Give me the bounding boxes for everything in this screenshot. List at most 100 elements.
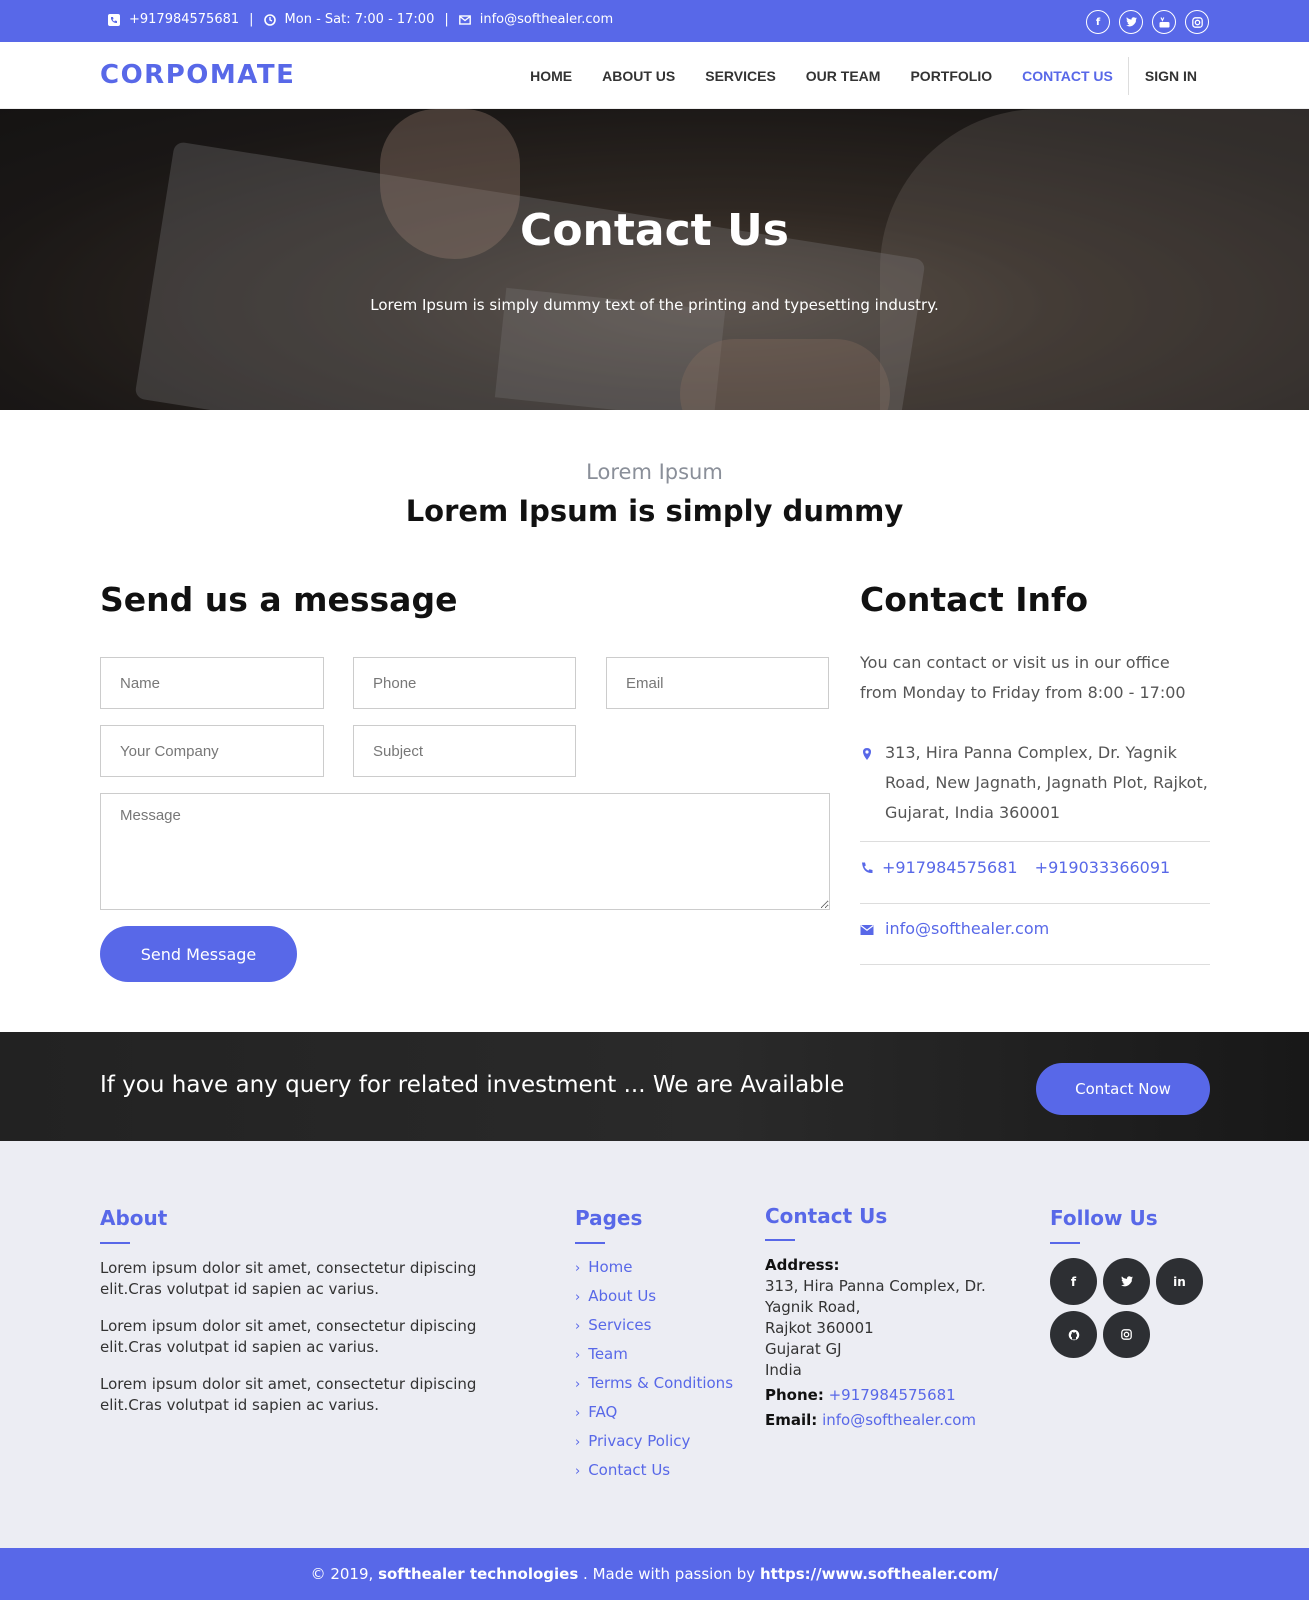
footer-title-underline bbox=[765, 1239, 795, 1241]
twitter-icon[interactable] bbox=[1119, 10, 1143, 34]
footer-about-title: About bbox=[100, 1206, 168, 1230]
nav-services[interactable]: SERVICES bbox=[705, 68, 776, 84]
footer-title-underline bbox=[575, 1242, 605, 1244]
contact-now-button[interactable]: Contact Now bbox=[1036, 1063, 1210, 1115]
footer-about-text: Lorem ipsum dolor sit amet, consectetur … bbox=[100, 1375, 477, 1414]
contact-info-description: You can contact or visit us in our offic… bbox=[860, 653, 1186, 702]
top-separator: | bbox=[444, 12, 449, 27]
footer-title-underline bbox=[1050, 1242, 1080, 1244]
name-field[interactable] bbox=[100, 657, 324, 709]
copyright-bar: © 2019, softhealer technologies . Made w… bbox=[0, 1548, 1309, 1600]
footer-phone-label: Phone: bbox=[765, 1386, 824, 1404]
hero-overlay bbox=[0, 109, 1309, 410]
nav-home[interactable]: HOME bbox=[530, 68, 572, 84]
cta-text: If you have any query for related invest… bbox=[100, 1072, 845, 1098]
facebook-icon[interactable]: f bbox=[1050, 1258, 1097, 1305]
footer-phone[interactable]: +917984575681 bbox=[829, 1386, 956, 1404]
footer-address-line: 313, Hira Panna Complex, Dr. Yagnik Road… bbox=[765, 1277, 986, 1316]
phone-icon bbox=[862, 862, 873, 874]
footer-contact: Contact Us Address: 313, Hira Panna Comp… bbox=[765, 1206, 1025, 1431]
page-title: Contact Us bbox=[520, 205, 789, 256]
section-heading: Lorem Ipsum is simply dummy bbox=[405, 494, 904, 528]
contact-info-title: Contact Info bbox=[860, 580, 1089, 619]
footer-about-text: Lorem ipsum dolor sit amet, consectetur … bbox=[100, 1259, 477, 1298]
contact-address-row: 313, Hira Panna Complex, Dr. Yagnik Road… bbox=[860, 738, 1210, 842]
footer-about: About Lorem ipsum dolor sit amet, consec… bbox=[100, 1206, 530, 1432]
section-subheading: Lorem Ipsum bbox=[586, 460, 723, 484]
footer-contact-title: Contact Us bbox=[765, 1204, 888, 1228]
envelope-icon bbox=[860, 925, 874, 935]
hero-subtitle: Lorem Ipsum is simply dummy text of the … bbox=[370, 296, 939, 314]
footer-link-terms[interactable]: › Terms & Conditions bbox=[575, 1374, 733, 1403]
copyright-company[interactable]: softhealer technologies bbox=[378, 1565, 578, 1583]
footer-address-label: Address: bbox=[765, 1256, 840, 1274]
footer-email[interactable]: info@softhealer.com bbox=[822, 1411, 976, 1429]
copyright-prefix: © 2019, bbox=[310, 1565, 374, 1583]
footer-link-home[interactable]: › Home bbox=[575, 1258, 733, 1287]
top-separator: | bbox=[249, 12, 254, 27]
cta-banner: If you have any query for related invest… bbox=[0, 1032, 1309, 1141]
footer-link-faq[interactable]: › FAQ bbox=[575, 1403, 733, 1432]
nav-about-us[interactable]: ABOUT US bbox=[602, 68, 675, 84]
chevron-right-icon: › bbox=[575, 1406, 581, 1421]
instagram-icon[interactable] bbox=[1185, 10, 1209, 34]
footer-link-privacy[interactable]: › Privacy Policy bbox=[575, 1432, 733, 1461]
email-field[interactable] bbox=[606, 657, 829, 709]
hero-banner: Contact Us Lorem Ipsum is simply dummy t… bbox=[0, 109, 1309, 410]
contact-phone-row: +917984575681 +919033366091 bbox=[860, 858, 1210, 904]
site-logo[interactable]: CORPOMATE bbox=[100, 60, 295, 90]
contact-address: 313, Hira Panna Complex, Dr. Yagnik Road… bbox=[885, 743, 1208, 822]
map-marker-icon bbox=[863, 748, 871, 760]
footer-follow: Follow Us f in bbox=[1050, 1206, 1210, 1358]
chevron-right-icon: › bbox=[575, 1377, 581, 1392]
subject-field[interactable] bbox=[353, 725, 576, 777]
footer: About Lorem ipsum dolor sit amet, consec… bbox=[0, 1141, 1309, 1548]
chevron-right-icon: › bbox=[575, 1319, 581, 1334]
footer-about-text: Lorem ipsum dolor sit amet, consectetur … bbox=[100, 1317, 477, 1356]
contact-phone-2[interactable]: +919033366091 bbox=[1035, 858, 1171, 877]
github-icon[interactable] bbox=[1050, 1311, 1097, 1358]
footer-title-underline bbox=[100, 1242, 130, 1244]
footer-address-line: India bbox=[765, 1361, 802, 1379]
top-social-links: f bbox=[1086, 10, 1209, 34]
copyright-middle: . Made with passion by bbox=[583, 1565, 756, 1583]
youtube-icon[interactable] bbox=[1152, 10, 1176, 34]
chevron-right-icon: › bbox=[575, 1290, 581, 1305]
top-bar: +917984575681 | Mon - Sat: 7:00 - 17:00 … bbox=[0, 0, 1309, 42]
footer-address-line: Rajkot 360001 bbox=[765, 1319, 874, 1337]
top-hours: Mon - Sat: 7:00 - 17:00 bbox=[284, 12, 435, 27]
footer-link-about-us[interactable]: › About Us bbox=[575, 1287, 733, 1316]
footer-social-grid: f in bbox=[1050, 1258, 1210, 1358]
sign-in-link[interactable]: SIGN IN bbox=[1145, 68, 1197, 84]
chevron-right-icon: › bbox=[575, 1464, 581, 1479]
envelope-icon bbox=[458, 14, 471, 25]
facebook-icon[interactable]: f bbox=[1086, 10, 1110, 34]
nav-our-team[interactable]: OUR TEAM bbox=[806, 68, 881, 84]
instagram-icon[interactable] bbox=[1103, 1311, 1150, 1358]
company-field[interactable] bbox=[100, 725, 324, 777]
footer-email-label: Email: bbox=[765, 1411, 818, 1429]
footer-link-team[interactable]: › Team bbox=[575, 1345, 733, 1374]
contact-phone-1[interactable]: +917984575681 bbox=[882, 858, 1018, 877]
footer-link-services[interactable]: › Services bbox=[575, 1316, 733, 1345]
footer-follow-title: Follow Us bbox=[1050, 1206, 1158, 1230]
footer-link-contact[interactable]: › Contact Us bbox=[575, 1461, 733, 1490]
contact-email[interactable]: info@softhealer.com bbox=[885, 919, 1049, 938]
form-title: Send us a message bbox=[100, 580, 458, 619]
nav-divider bbox=[1127, 56, 1129, 95]
phone-field[interactable] bbox=[353, 657, 576, 709]
contact-email-row: info@softhealer.com bbox=[860, 919, 1210, 965]
message-field[interactable] bbox=[100, 793, 830, 910]
linkedin-icon[interactable]: in bbox=[1156, 1258, 1203, 1305]
phone-icon bbox=[108, 13, 120, 26]
clock-icon bbox=[263, 13, 276, 26]
chevron-right-icon: › bbox=[575, 1348, 581, 1363]
nav-portfolio[interactable]: PORTFOLIO bbox=[910, 68, 992, 84]
twitter-icon[interactable] bbox=[1103, 1258, 1150, 1305]
main-navbar: CORPOMATE HOME ABOUT US SERVICES OUR TEA… bbox=[0, 42, 1309, 109]
copyright-url[interactable]: https://www.softhealer.com/ bbox=[760, 1565, 998, 1583]
send-message-button[interactable]: Send Message bbox=[100, 926, 297, 982]
top-email[interactable]: info@softhealer.com bbox=[480, 12, 613, 27]
top-phone[interactable]: +917984575681 bbox=[129, 12, 239, 27]
nav-contact-us[interactable]: CONTACT US bbox=[1022, 68, 1113, 84]
